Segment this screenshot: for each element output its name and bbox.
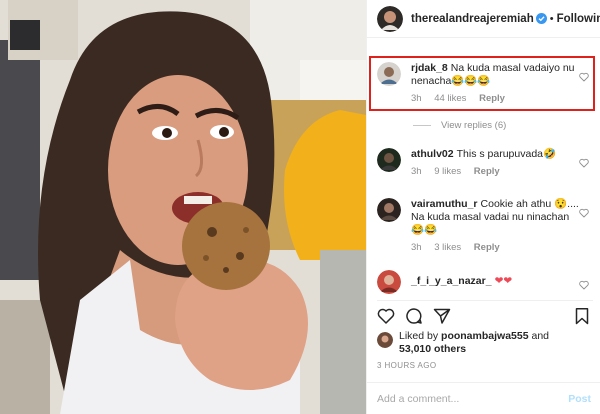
comment-text: This s parupuvada🤣 bbox=[456, 148, 557, 160]
comment-item: rjdak_8 Na kuda masal vadaiyo nu nenacha😂… bbox=[377, 62, 595, 105]
liked-by-connector: and bbox=[531, 330, 550, 342]
comment-username[interactable]: _f_i_y_a_nazar_ bbox=[411, 275, 492, 287]
comment-body: rjdak_8 Na kuda masal vadaiyo nu nenacha😂… bbox=[411, 62, 581, 105]
commenter-avatar[interactable] bbox=[377, 198, 401, 222]
reply-button[interactable]: Reply bbox=[479, 93, 505, 104]
comment-body: athulv02 This s parupuvada🤣 3h 9 likes Re… bbox=[411, 148, 581, 178]
add-comment-bar: Add a comment... Post bbox=[367, 382, 600, 414]
comment-username[interactable]: rjdak_8 bbox=[411, 62, 448, 74]
likes-count[interactable]: 53,010 others bbox=[399, 343, 466, 355]
post-timestamp[interactable]: 3 HOURS AGO bbox=[377, 361, 437, 370]
comment-item: _f_i_y_a_nazar_ ❤❤ bbox=[377, 270, 595, 294]
commenter-avatar[interactable] bbox=[377, 62, 401, 86]
comment-username[interactable]: vairamuthu_r bbox=[411, 198, 478, 210]
post-header: therealandreajeremiah • Following... bbox=[367, 0, 600, 38]
comment-username[interactable]: athulv02 bbox=[411, 148, 454, 160]
comment-body: _f_i_y_a_nazar_ ❤❤ bbox=[411, 270, 581, 294]
comment-time[interactable]: 3h bbox=[411, 166, 422, 177]
post-actions-bar bbox=[377, 300, 593, 328]
comment-time[interactable]: 3h bbox=[411, 242, 422, 253]
comment-body: vairamuthu_r Cookie ah athu 😯.... Na kuda… bbox=[411, 198, 581, 254]
author-username[interactable]: therealandreajeremiah bbox=[411, 13, 534, 25]
author-avatar[interactable] bbox=[377, 5, 403, 32]
share-icon[interactable] bbox=[433, 307, 451, 325]
add-comment-input[interactable]: Add a comment... bbox=[377, 393, 568, 405]
liked-by-prefix: Liked by bbox=[399, 330, 439, 342]
post-details-panel: therealandreajeremiah • Following... rjd… bbox=[366, 0, 600, 414]
comment-item: vairamuthu_r Cookie ah athu 😯.... Na kuda… bbox=[377, 198, 595, 254]
woman-eating-cookie-image bbox=[0, 0, 366, 414]
comment-meta: 3h 44 likes Reply bbox=[411, 92, 581, 105]
view-replies-label: View replies (6) bbox=[441, 120, 507, 131]
post-comment-button[interactable]: Post bbox=[568, 393, 591, 405]
likes-summary-text: Liked by poonambajwa555 and 53,010 other… bbox=[399, 330, 549, 356]
header-separator: • bbox=[549, 12, 554, 25]
comment-icon[interactable] bbox=[405, 307, 423, 325]
view-replies-button[interactable]: View replies (6) bbox=[413, 120, 506, 131]
following-button[interactable]: Following bbox=[557, 13, 600, 25]
liker-avatar[interactable] bbox=[377, 332, 393, 348]
comment-time[interactable]: 3h bbox=[411, 93, 422, 104]
comment-likes[interactable]: 44 likes bbox=[434, 93, 466, 104]
liker-username[interactable]: poonambajwa555 bbox=[441, 330, 529, 342]
comment-likes[interactable]: 9 likes bbox=[434, 166, 461, 177]
verified-badge-icon bbox=[535, 13, 547, 24]
commenter-avatar[interactable] bbox=[377, 148, 401, 172]
heart-icon[interactable] bbox=[579, 208, 589, 218]
heart-icon[interactable] bbox=[579, 280, 589, 290]
comment-meta: 3h 9 likes Reply bbox=[411, 165, 581, 178]
post-photo[interactable] bbox=[0, 0, 366, 414]
like-heart-icon[interactable] bbox=[377, 307, 395, 325]
bookmark-icon[interactable] bbox=[573, 307, 591, 325]
heart-icon[interactable] bbox=[579, 158, 589, 168]
comment-meta: 3h 3 likes Reply bbox=[411, 241, 581, 254]
view-replies-line bbox=[413, 125, 431, 126]
comment-item: athulv02 This s parupuvada🤣 3h 9 likes Re… bbox=[377, 148, 595, 178]
likes-summary: Liked by poonambajwa555 and 53,010 other… bbox=[377, 330, 597, 356]
reply-button[interactable]: Reply bbox=[474, 166, 500, 177]
reply-button[interactable]: Reply bbox=[474, 242, 500, 253]
heart-icon[interactable] bbox=[579, 72, 589, 82]
comment-text: ❤❤ bbox=[494, 275, 513, 287]
comment-likes[interactable]: 3 likes bbox=[434, 242, 461, 253]
commenter-avatar[interactable] bbox=[377, 270, 401, 294]
